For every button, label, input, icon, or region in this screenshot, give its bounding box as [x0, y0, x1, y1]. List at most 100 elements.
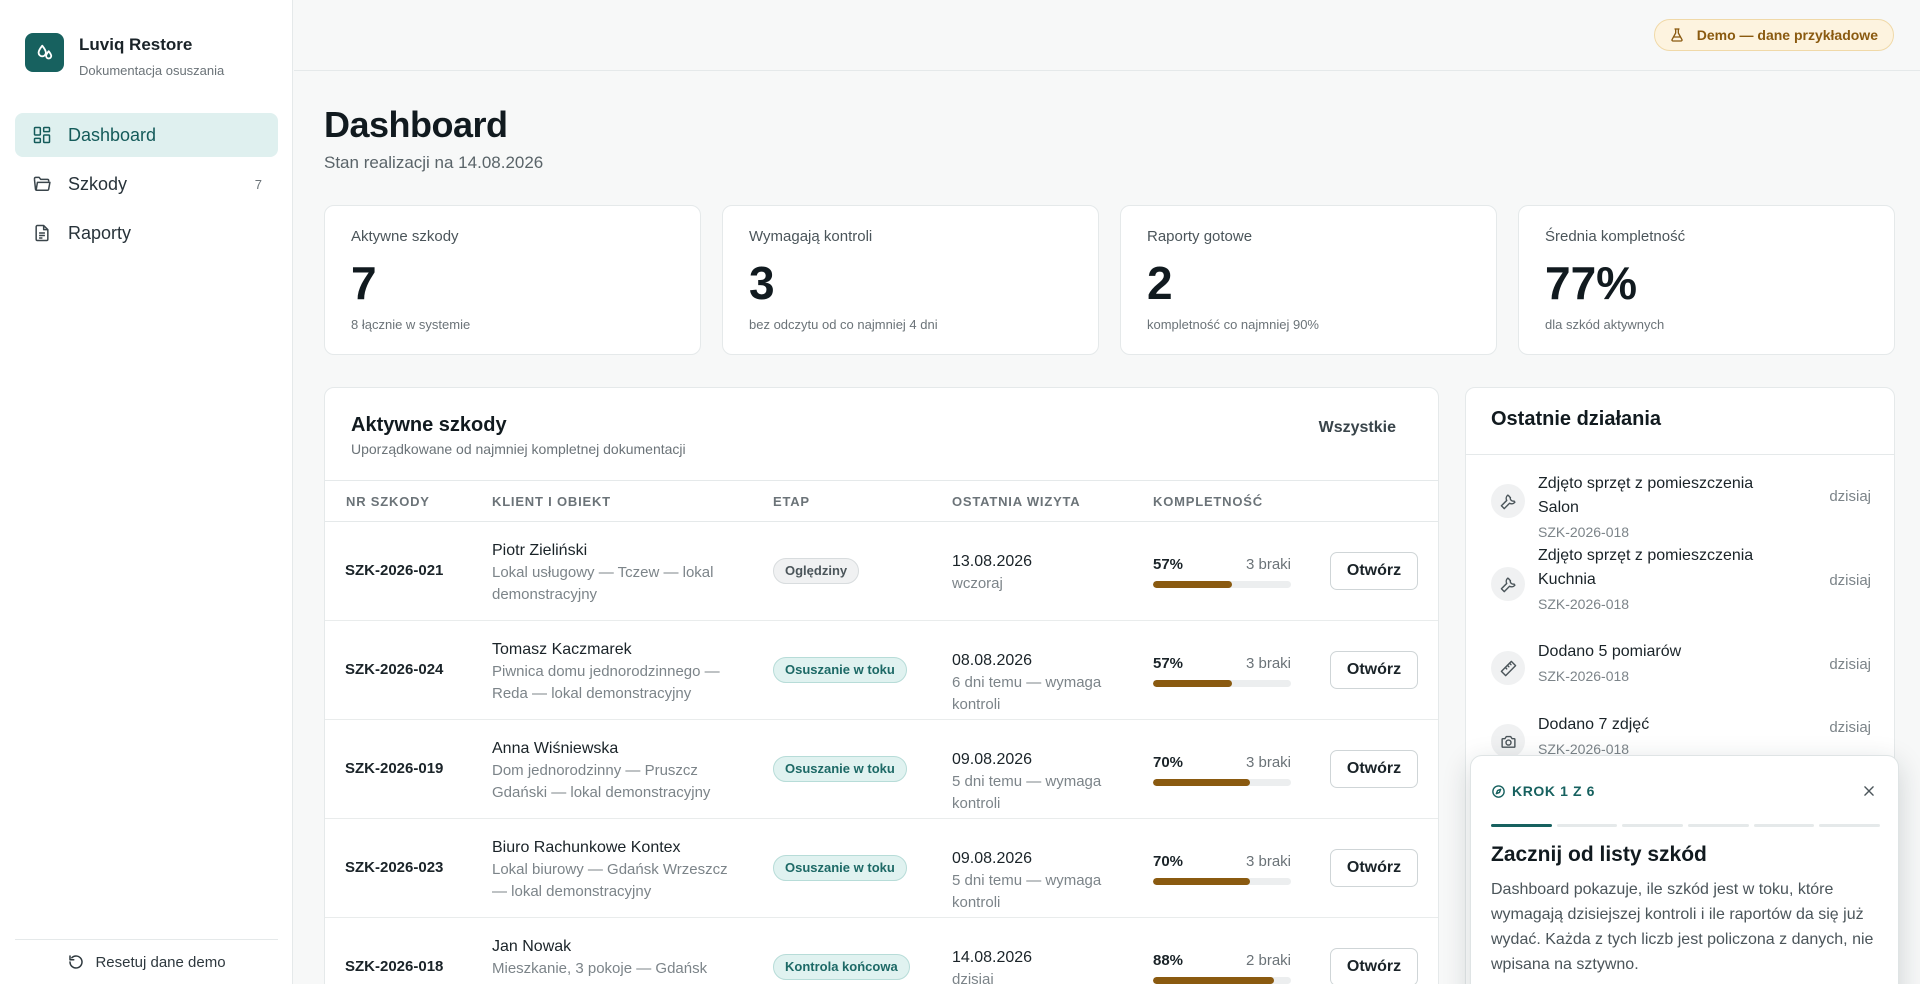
sidebar-nav: Dashboard Szkody 7 Raporty [15, 113, 278, 260]
stat-note: kompletność co najmniej 90% [1147, 317, 1319, 332]
activity-time: dzisiaj [1829, 656, 1871, 673]
sidebar-item-label: Dashboard [68, 124, 157, 145]
stage-cell: Osuszanie w toku [773, 756, 907, 782]
open-button[interactable]: Otwórz [1330, 948, 1418, 984]
close-icon[interactable] [1858, 780, 1880, 802]
missing-count: 3 braki [1245, 556, 1291, 573]
client-cell: Jan Nowak Mieszkanie, 3 pokoje — Gdańsk [492, 936, 737, 980]
tour-progress-segment [1622, 824, 1684, 827]
visit-date: 09.08.2026 [952, 850, 1033, 867]
stat-label: Raporty gotowe [1147, 228, 1253, 245]
visit-date: 08.08.2026 [952, 652, 1033, 669]
activity-time: dzisiaj [1829, 488, 1871, 505]
visit-relative: 6 dni temu — wymaga kontroli [952, 674, 1102, 713]
completeness-bar-fill [1153, 680, 1232, 687]
stat-card-reports-ready: Raporty gotowe 2 kompletność co najmniej… [1120, 205, 1497, 355]
visit-date: 14.08.2026 [952, 949, 1033, 966]
table-row[interactable]: SZK-2026-018 Jan Nowak Mieszkanie, 3 pokoj… [325, 918, 1438, 984]
brand[interactable]: Luviq Restore Dokumentacja osuszania [25, 33, 224, 78]
visit-cell: 08.08.2026 6 dni temu — wymaga kontroli [952, 650, 1112, 716]
stage-badge: Osuszanie w toku [773, 756, 907, 782]
completeness-bar [1153, 977, 1291, 984]
active-claims-table: Aktywne szkody Uporządkowane od najmniej… [324, 387, 1439, 984]
ruler-icon [1491, 651, 1525, 685]
completeness-cell: 70% 3 braki [1153, 853, 1291, 885]
table-row[interactable]: SZK-2026-023 Biuro Rachunkowe Kontex Lokal… [325, 819, 1438, 918]
table-row[interactable]: SZK-2026-021 Piotr Zieliński Lokal usługow… [325, 522, 1438, 621]
open-button[interactable]: Otwórz [1330, 750, 1418, 788]
document-icon [31, 222, 53, 244]
claim-number: SZK-2026-023 [345, 859, 444, 876]
divider [1466, 454, 1894, 455]
table-row[interactable]: SZK-2026-019 Anna Wiśniewska Dom jednorodz… [325, 720, 1438, 819]
all-claims-link[interactable]: Wszystkie [1319, 419, 1396, 437]
open-button[interactable]: Otwórz [1330, 651, 1418, 689]
wrench-icon [1491, 484, 1525, 518]
stage-cell: Kontrola końcowa [773, 954, 910, 980]
activity-text: Zdjęto sprzęt z pomieszczenia Kuchnia [1538, 547, 1754, 588]
tour-progress-segment [1491, 824, 1552, 827]
activity-text: Dodano 5 pomiarów [1538, 643, 1682, 660]
completeness-cell: 57% 3 braki [1153, 556, 1291, 588]
stage-badge: Osuszanie w toku [773, 855, 907, 881]
stage-cell: Osuszanie w toku [773, 855, 907, 881]
completeness-cell: 88% 2 braki [1153, 952, 1291, 984]
sidebar-item-dashboard[interactable]: Dashboard [15, 113, 278, 157]
visit-relative: 5 dni temu — wymaga kontroli [952, 773, 1102, 812]
missing-count: 3 braki [1245, 655, 1291, 672]
dashboard-icon [31, 124, 53, 146]
sidebar: Luviq Restore Dokumentacja osuszania Das… [0, 0, 293, 984]
client-name: Piotr Zieliński [492, 542, 588, 559]
completeness-bar [1153, 581, 1291, 588]
page-title: Dashboard [324, 104, 508, 145]
completeness-percent: 70% [1153, 754, 1184, 771]
completeness-bar-fill [1153, 878, 1250, 885]
client-name: Tomasz Kaczmarek [492, 641, 632, 658]
flask-icon [1669, 27, 1685, 43]
visit-cell: 14.08.2026 dzisiaj [952, 947, 1112, 984]
page-subtitle: Stan realizacji na 14.08.2026 [324, 153, 544, 172]
claim-number: SZK-2026-018 [345, 958, 444, 975]
stat-card-avg-completeness: Średnia kompletność 77% dla szkód aktywn… [1518, 205, 1895, 355]
sidebar-item-szkody[interactable]: Szkody 7 [15, 162, 278, 206]
stat-note: dla szkód aktywnych [1545, 317, 1665, 332]
column-header: KLIENT I OBIEKT [492, 494, 611, 509]
visit-date: 13.08.2026 [952, 553, 1033, 570]
stage-badge: Kontrola końcowa [773, 954, 910, 980]
reset-icon [67, 953, 85, 971]
stage-badge: Oględziny [773, 558, 860, 584]
client-name: Jan Nowak [492, 938, 572, 955]
open-button[interactable]: Otwórz [1330, 552, 1418, 590]
stage-badge: Osuszanie w toku [773, 657, 907, 683]
stat-value: 2 [1147, 257, 1173, 309]
completeness-percent: 70% [1153, 853, 1184, 870]
tour-title: Zacznij od listy szkód [1491, 843, 1707, 866]
claim-number: SZK-2026-021 [345, 562, 444, 579]
claim-number: SZK-2026-019 [345, 760, 444, 777]
activity-claim-id: SZK-2026-018 [1538, 596, 1630, 612]
client-name: Anna Wiśniewska [492, 740, 619, 757]
stat-card-active: Aktywne szkody 7 8 łącznie w systemie [324, 205, 701, 355]
demo-badge: Demo — dane przykładowe [1653, 19, 1894, 51]
visit-relative: 5 dni temu — wymaga kontroli [952, 872, 1102, 911]
sidebar-item-raporty[interactable]: Raporty [15, 211, 278, 255]
activity-time: dzisiaj [1829, 572, 1871, 589]
sidebar-item-label: Szkody [68, 173, 128, 194]
stat-note: bez odczytu od co najmniej 4 dni [749, 317, 938, 332]
visit-cell: 09.08.2026 5 dni temu — wymaga kontroli [952, 848, 1112, 914]
completeness-percent: 57% [1153, 556, 1184, 573]
stat-value: 3 [749, 257, 775, 309]
completeness-percent: 88% [1153, 952, 1184, 969]
completeness-bar-fill [1153, 779, 1250, 786]
open-button[interactable]: Otwórz [1330, 849, 1418, 887]
client-name: Biuro Rachunkowe Kontex [492, 839, 681, 856]
completeness-bar-fill [1153, 581, 1232, 588]
column-header: NR SZKODY [346, 494, 430, 509]
droplet-logo-icon [25, 33, 64, 72]
stage-cell: Oględziny [773, 558, 860, 584]
tour-progress [1491, 824, 1881, 827]
client-object: Lokal usługowy — Tczew — lokal demonstra… [492, 564, 714, 603]
table-row[interactable]: SZK-2026-024 Tomasz Kaczmarek Piwnica domu… [325, 621, 1438, 720]
reset-demo-button[interactable]: Resetuj dane demo [15, 939, 278, 984]
client-cell: Anna Wiśniewska Dom jednorodzinny — Prusz… [492, 738, 737, 804]
